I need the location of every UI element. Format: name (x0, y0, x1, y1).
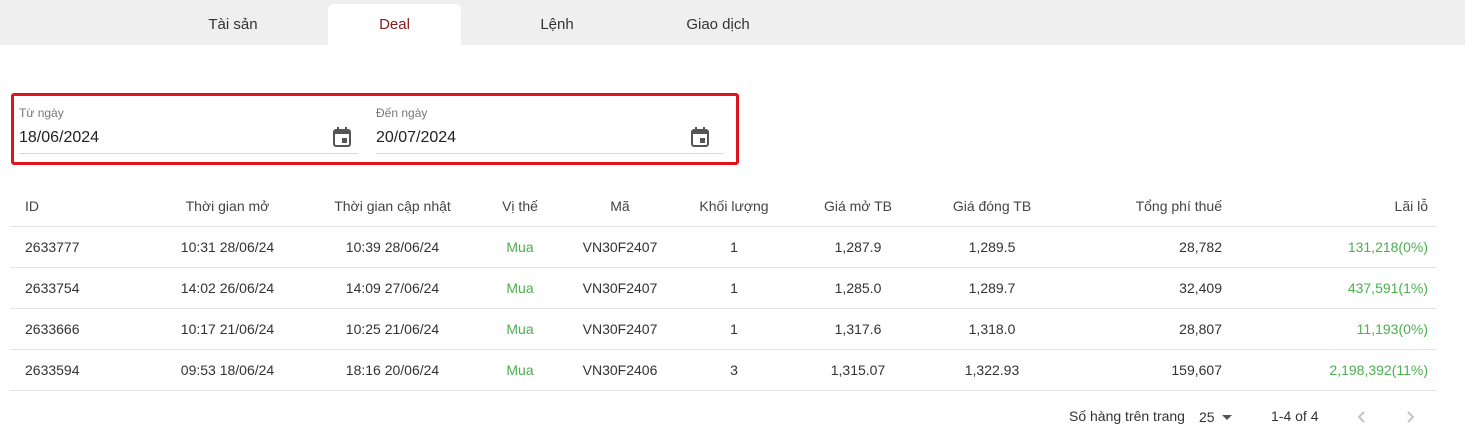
calendar-icon[interactable] (332, 126, 352, 148)
cell-total-fee: 28,807 (1179, 321, 1222, 337)
cell-id: 2633666 (25, 321, 80, 337)
cell-volume: 3 (730, 362, 738, 378)
cell-avg-open: 1,287.9 (834, 239, 882, 255)
cell-volume: 1 (730, 239, 738, 255)
cell-update-time: 14:09 27/06/24 (345, 280, 440, 296)
cell-avg-close: 1,289.5 (968, 239, 1016, 255)
cell-volume: 1 (730, 280, 738, 296)
page-range-text: 1-4 of 4 (1271, 408, 1319, 424)
cell-total-fee: 32,409 (1179, 280, 1222, 296)
date-range-filter: Từ ngày 18/06/2024 Đến ngày 20/07/2024 (11, 93, 739, 165)
cell-open-time: 10:31 28/06/24 (180, 239, 275, 255)
tab-bar: Tài sản Deal Lệnh Giao dịch (0, 0, 1465, 45)
cell-symbol: VN30F2407 (582, 239, 658, 255)
pagination: Số hàng trên trang 25 1-4 of 4 (0, 396, 1465, 440)
to-date-input[interactable]: 20/07/2024 (376, 129, 456, 147)
cell-avg-close: 1,318.0 (968, 321, 1016, 337)
cell-open-time: 09:53 18/06/24 (180, 362, 275, 378)
cell-avg-open: 1,315.07 (830, 362, 886, 378)
from-date-label: Từ ngày (19, 106, 64, 120)
cell-avg-close: 1,289.7 (968, 280, 1016, 296)
cell-update-time: 18:16 20/06/24 (345, 362, 440, 378)
col-total-fee-header[interactable]: Tổng phí thuế (1070, 185, 1222, 226)
col-position-header[interactable]: Vị thế (485, 185, 555, 226)
from-date-input[interactable]: 18/06/2024 (19, 129, 99, 147)
cell-symbol: VN30F2406 (582, 362, 658, 378)
cell-id: 2633754 (25, 280, 80, 296)
cell-update-time: 10:25 21/06/24 (345, 321, 440, 337)
cell-pnl: 2,198,392(11%) (1329, 362, 1428, 378)
table-header-row: ID Thời gian mở Thời gian cập nhật Vị th… (10, 185, 1437, 227)
table-row[interactable]: 2633777 10:31 28/06/24 10:39 28/06/24 Mu… (10, 227, 1437, 268)
rows-per-page-value: 25 (1199, 409, 1215, 425)
cell-pnl: 131,218(0%) (1347, 239, 1428, 255)
tab-assets[interactable]: Tài sản (166, 4, 300, 45)
tab-deal[interactable]: Deal (328, 4, 461, 45)
previous-page-button[interactable] (1351, 406, 1373, 428)
from-date-field[interactable]: Từ ngày 18/06/2024 (19, 96, 358, 162)
cell-open-time: 10:17 21/06/24 (180, 321, 275, 337)
col-symbol-header[interactable]: Mã (570, 185, 670, 226)
cell-pnl: 11,193(0%) (1356, 321, 1428, 337)
col-open-time-header[interactable]: Thời gian mở (160, 185, 295, 226)
to-date-label: Đến ngày (376, 106, 428, 120)
cell-total-fee: 28,782 (1179, 239, 1222, 255)
cell-position: Mua (506, 280, 534, 296)
cell-open-time: 14:02 26/06/24 (180, 280, 275, 296)
from-date-underline (19, 153, 358, 154)
cell-id: 2633594 (25, 362, 80, 378)
cell-avg-open: 1,285.0 (834, 280, 882, 296)
cell-update-time: 10:39 28/06/24 (345, 239, 440, 255)
cell-pnl: 437,591(1%) (1347, 280, 1428, 296)
rows-per-page-label: Số hàng trên trang (1069, 408, 1185, 424)
to-date-underline (376, 153, 724, 154)
col-volume-header[interactable]: Khối lượng (684, 185, 784, 226)
tab-orders[interactable]: Lệnh (490, 4, 624, 45)
cell-position: Mua (506, 239, 534, 255)
tab-transactions[interactable]: Giao dịch (651, 4, 785, 45)
col-update-time-header[interactable]: Thời gian cập nhật (315, 185, 470, 226)
rows-per-page-select[interactable]: 25 (1199, 405, 1236, 429)
col-pnl-header[interactable]: Lãi lỗ (1248, 185, 1428, 226)
col-avg-open-header[interactable]: Giá mở TB (798, 185, 918, 226)
cell-symbol: VN30F2407 (582, 280, 658, 296)
col-id-header[interactable]: ID (25, 185, 125, 226)
calendar-icon[interactable] (690, 126, 710, 148)
cell-avg-close: 1,322.93 (964, 362, 1020, 378)
col-avg-close-header[interactable]: Giá đóng TB (932, 185, 1052, 226)
cell-avg-open: 1,317.6 (834, 321, 882, 337)
cell-symbol: VN30F2407 (582, 321, 658, 337)
cell-position: Mua (506, 321, 534, 337)
arrow-drop-down-icon (1221, 415, 1232, 420)
table-row[interactable]: 2633594 09:53 18/06/24 18:16 20/06/24 Mu… (10, 350, 1437, 391)
cell-total-fee: 159,607 (1171, 362, 1222, 378)
table-row[interactable]: 2633666 10:17 21/06/24 10:25 21/06/24 Mu… (10, 309, 1437, 350)
cell-id: 2633777 (25, 239, 80, 255)
chevron-left-icon (1357, 411, 1365, 423)
table-row[interactable]: 2633754 14:02 26/06/24 14:09 27/06/24 Mu… (10, 268, 1437, 309)
cell-position: Mua (506, 362, 534, 378)
deals-table: ID Thời gian mở Thời gian cập nhật Vị th… (10, 185, 1437, 391)
cell-volume: 1 (730, 321, 738, 337)
next-page-button[interactable] (1399, 406, 1421, 428)
to-date-field[interactable]: Đến ngày 20/07/2024 (376, 96, 724, 162)
chevron-right-icon (1407, 411, 1415, 423)
